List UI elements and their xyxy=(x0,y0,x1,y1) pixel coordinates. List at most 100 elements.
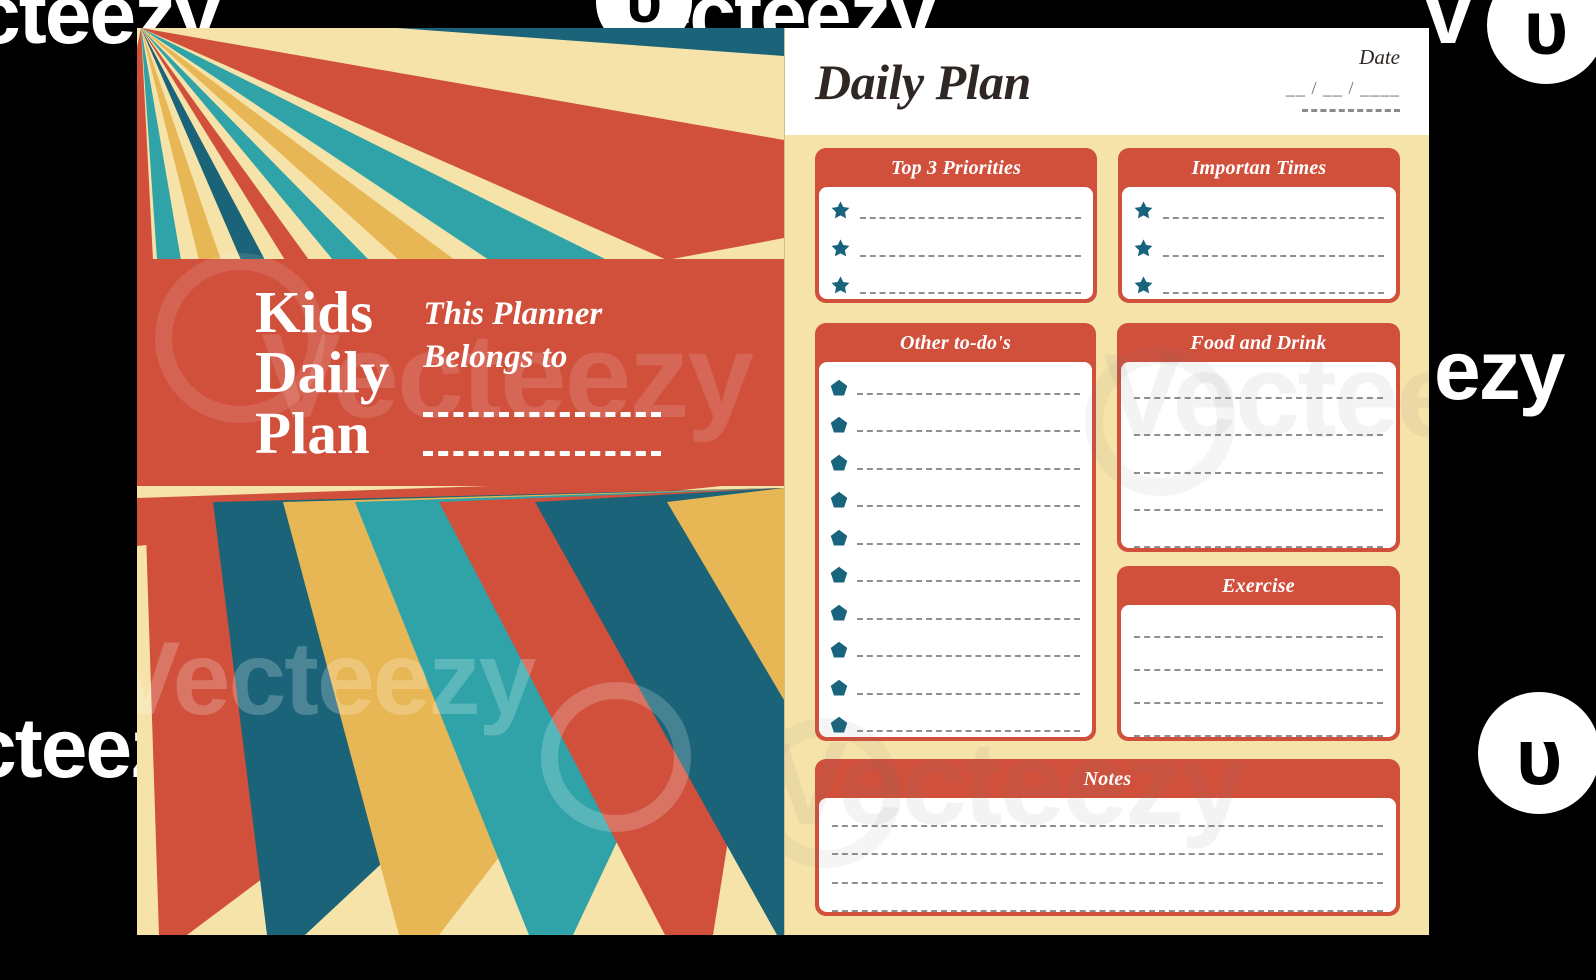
list-item[interactable] xyxy=(1134,436,1383,474)
star-icon xyxy=(830,238,851,259)
write-rule xyxy=(832,910,1383,912)
planner-artboard: Vecteezy Kids Daily Plan This Planner Be… xyxy=(137,28,1429,935)
write-rule xyxy=(860,254,1081,257)
list-item[interactable] xyxy=(1134,704,1383,737)
list-item[interactable] xyxy=(819,550,1092,588)
cover-owner-rules xyxy=(423,411,662,456)
write-rule xyxy=(857,505,1080,507)
write-rule xyxy=(857,467,1080,470)
star-icon xyxy=(830,275,851,296)
pentagon-icon xyxy=(830,379,848,397)
write-rule xyxy=(857,392,1080,395)
sunburst-top-svg xyxy=(137,28,784,260)
page-title: Daily Plan xyxy=(815,53,1031,110)
star-icon xyxy=(1133,275,1154,296)
pentagon-icon xyxy=(830,716,848,734)
write-rule xyxy=(1163,254,1384,257)
write-rule xyxy=(1134,735,1383,737)
screenshot-canvas: cteezy vecteezy v ezy cteezy υ υ υ xyxy=(0,0,1596,980)
date-label: Date xyxy=(1359,45,1400,69)
list-item[interactable] xyxy=(819,400,1092,438)
list-item[interactable] xyxy=(819,662,1092,700)
star-icon xyxy=(830,200,851,221)
pentagon-icon xyxy=(830,416,848,434)
list-item[interactable] xyxy=(832,798,1383,827)
date-extra-rule[interactable] xyxy=(1302,109,1400,112)
list-item[interactable] xyxy=(819,700,1092,738)
card-title: Top 3 Priorities xyxy=(890,157,1022,179)
pentagon-icon xyxy=(830,454,848,472)
sunburst-bottom xyxy=(137,486,784,935)
card-title: Other to-do's xyxy=(900,332,1011,354)
list-item[interactable] xyxy=(819,362,1092,400)
card-body xyxy=(1122,187,1396,299)
pentagon-icon xyxy=(830,641,848,659)
card-food-and-drink: Food and Drink xyxy=(1117,323,1400,552)
card-title: Notes xyxy=(1083,768,1132,790)
cover-title: Kids Daily Plan xyxy=(255,279,390,466)
list-item[interactable] xyxy=(819,187,1093,224)
list-item[interactable] xyxy=(819,512,1092,550)
list-item[interactable] xyxy=(819,625,1092,663)
list-item[interactable] xyxy=(1122,262,1396,299)
pentagon-icon xyxy=(830,566,848,584)
list-item[interactable] xyxy=(819,587,1092,625)
pentagon-icon xyxy=(830,529,848,547)
list-item[interactable] xyxy=(832,884,1383,912)
list-item[interactable] xyxy=(832,827,1383,855)
notes-rows xyxy=(819,798,1396,912)
todo-rows xyxy=(819,362,1092,737)
write-rule xyxy=(857,692,1080,695)
list-item[interactable] xyxy=(1134,605,1383,638)
card-title: Food and Drink xyxy=(1190,332,1327,354)
card-other-todos: Other to-do's xyxy=(815,323,1096,741)
vecteezy-logo-icon-top-right: υ xyxy=(1487,0,1596,84)
list-item[interactable] xyxy=(1122,187,1396,224)
list-item[interactable] xyxy=(1134,638,1383,671)
list-item[interactable] xyxy=(1134,511,1383,548)
card-title: Importan Times xyxy=(1191,157,1327,179)
write-rule xyxy=(857,542,1080,545)
write-rule xyxy=(1163,217,1384,220)
date-input-slots[interactable]: __ / __ / ____ xyxy=(1286,79,1400,97)
star-icon xyxy=(1133,200,1154,221)
pentagon-icon xyxy=(830,604,848,622)
times-rows xyxy=(1122,187,1396,299)
list-item[interactable] xyxy=(1134,474,1383,511)
list-item[interactable] xyxy=(819,224,1093,261)
plan-row-middle: Other to-do's Food and Drink Exercise xyxy=(815,323,1400,741)
list-item[interactable] xyxy=(819,262,1093,299)
card-notes: Notes xyxy=(815,759,1400,916)
plan-row-notes: Notes xyxy=(815,759,1400,916)
list-item[interactable] xyxy=(1134,362,1383,400)
list-item[interactable] xyxy=(819,475,1092,513)
cover-owner-rule[interactable] xyxy=(423,450,662,456)
cover-title-banner: Vecteezy Kids Daily Plan This Planner Be… xyxy=(137,253,784,486)
card-exercise: Exercise xyxy=(1117,566,1400,741)
write-rule xyxy=(857,430,1080,432)
list-item[interactable] xyxy=(1134,671,1383,704)
write-rule xyxy=(857,730,1080,732)
sunburst-bottom-svg xyxy=(137,486,784,935)
write-rule xyxy=(857,580,1080,582)
plan-right-stack: Food and Drink Exercise xyxy=(1117,323,1400,741)
list-item[interactable] xyxy=(832,855,1383,884)
list-item[interactable] xyxy=(1134,399,1383,437)
plan-page: Daily Plan Date __ / __ / ____ Top 3 Pri… xyxy=(785,28,1429,935)
card-body xyxy=(819,362,1092,737)
pentagon-icon xyxy=(830,491,848,509)
write-rule xyxy=(1163,291,1384,294)
plan-body: Top 3 Priorities Importan Times Other to… xyxy=(785,135,1429,916)
plan-header: Daily Plan Date __ / __ / ____ xyxy=(785,28,1429,135)
list-item[interactable] xyxy=(819,437,1092,475)
cover-owner-block: This Planner Belongs to xyxy=(423,289,662,456)
write-rule xyxy=(860,217,1081,220)
card-body xyxy=(819,187,1093,299)
sunburst-top xyxy=(137,28,784,260)
list-item[interactable] xyxy=(1122,224,1396,261)
cover-owner-label: This Planner Belongs to xyxy=(423,296,603,375)
write-rule xyxy=(1134,546,1383,548)
watermark-text-top-right: v xyxy=(1425,0,1472,61)
cover-owner-rule[interactable] xyxy=(423,411,662,417)
card-body xyxy=(1121,605,1396,737)
